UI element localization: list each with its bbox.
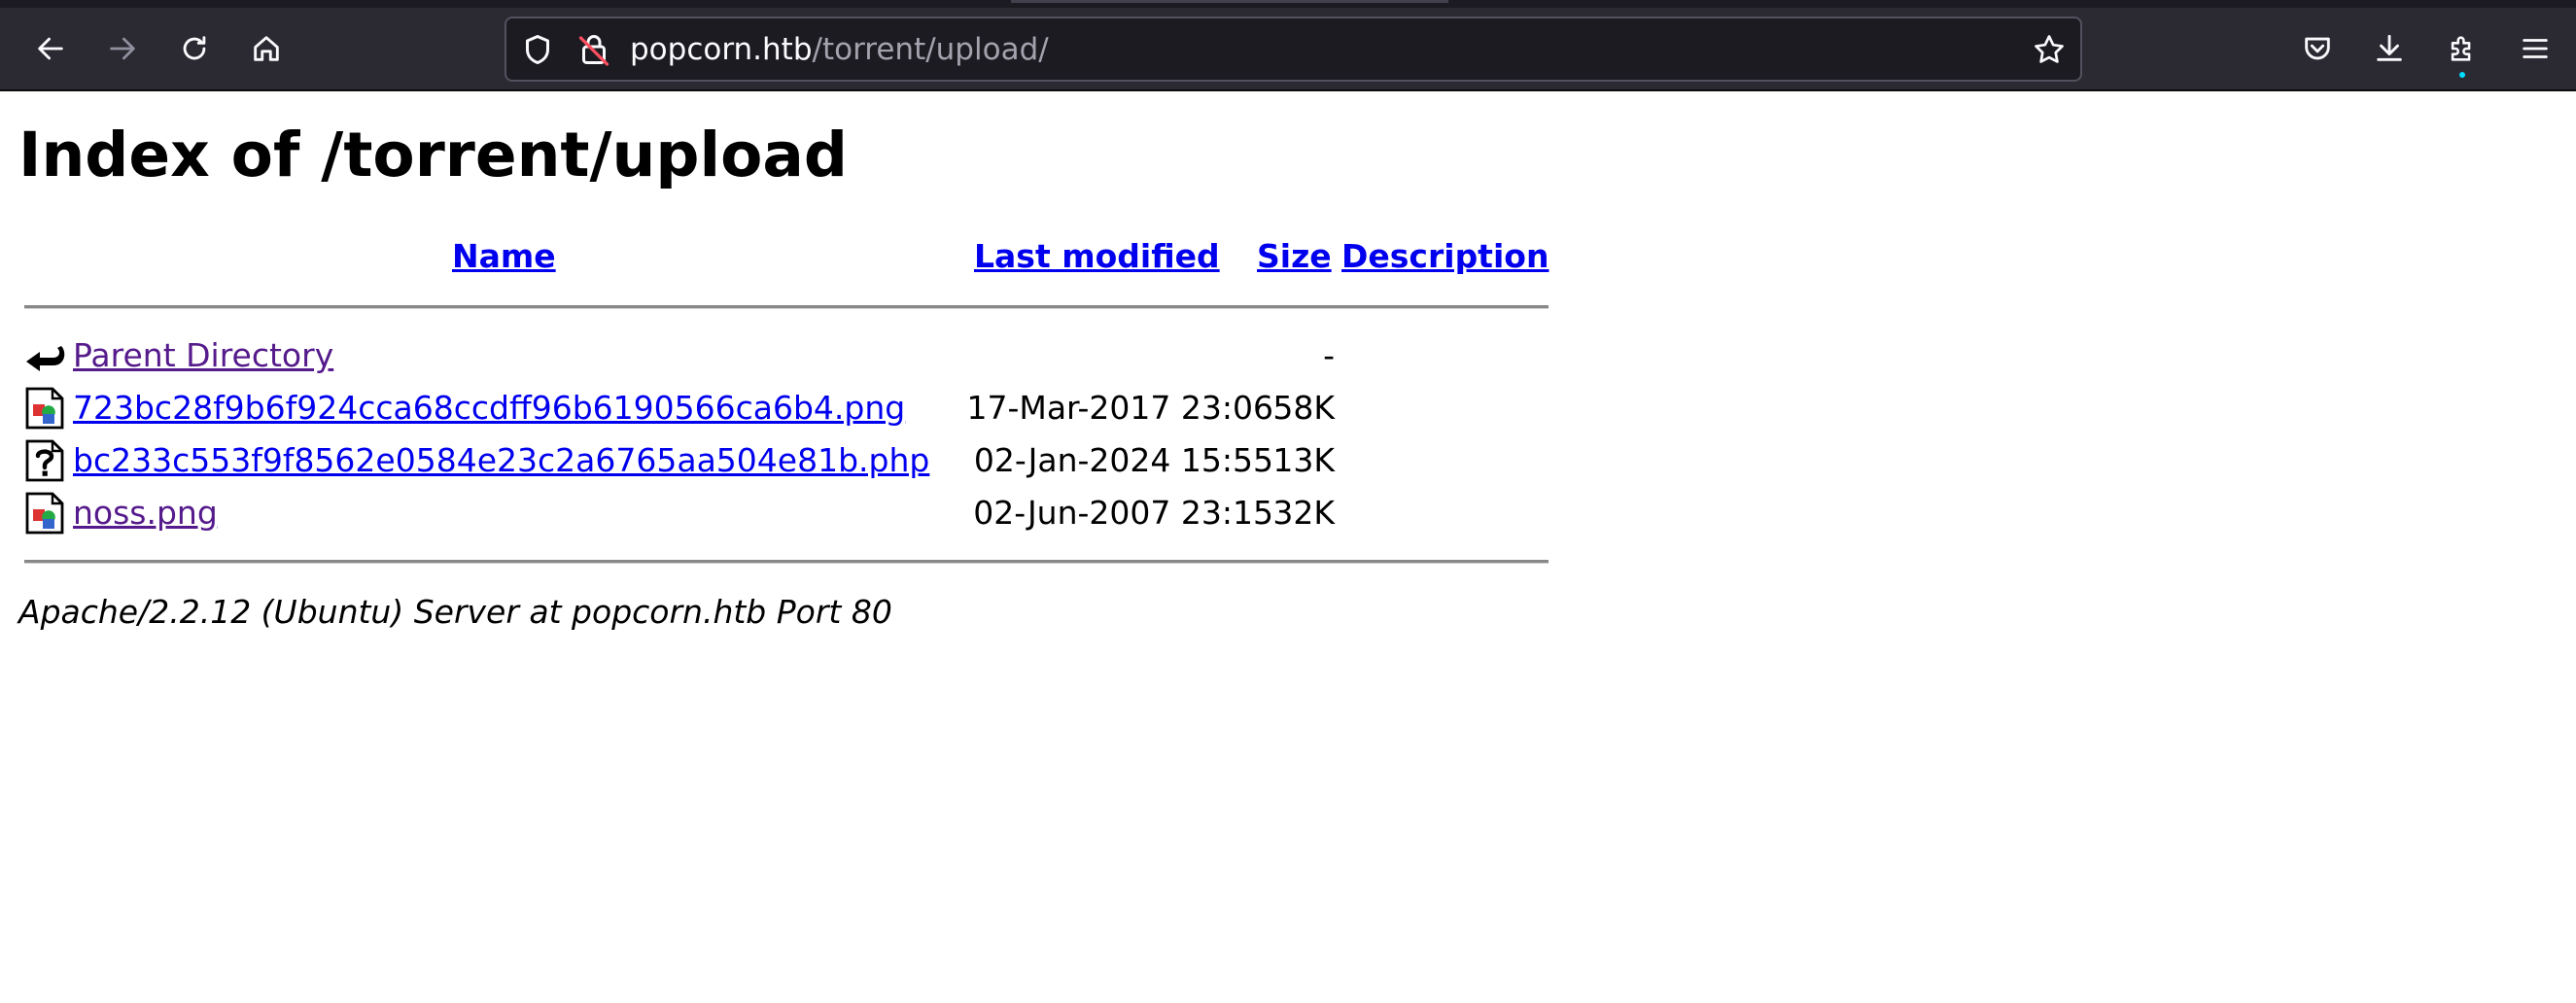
reload-button[interactable] [169,25,220,76]
url-path: /torrent/upload/ [812,32,1049,67]
header-divider [24,305,1549,309]
parent-directory-link[interactable]: Parent Directory [73,336,333,375]
table-row: bc233c553f9f8562e0584e23c2a6765aa504e81b… [24,435,1549,488]
downloads-button[interactable] [2364,25,2415,76]
column-header-last-modified[interactable]: Last modified [974,237,1220,276]
forward-button[interactable] [97,25,148,76]
pocket-button[interactable] [2292,25,2343,76]
row-date: 02-Jan-2024 15:55 [973,441,1273,479]
active-tab-edge[interactable] [1011,0,1448,3]
row-size: - [1323,336,1335,374]
downloads-icon [2373,32,2406,70]
page-title: Index of /torrent/upload [18,120,848,190]
row-size: 32K [1272,494,1335,532]
unknown-file-icon [24,439,65,482]
back-arrow-icon [34,32,67,70]
column-header-name[interactable]: Name [452,237,556,276]
hamburger-menu-icon [2519,32,2552,70]
insecure-lock-icon[interactable] [576,31,611,68]
app-menu-button[interactable] [2510,25,2560,76]
footer-divider [24,560,1549,564]
home-icon [250,32,283,70]
file-link[interactable]: 723bc28f9b6f924cca68ccdff96b6190566ca6b4… [73,389,905,428]
tab-strip [0,0,2576,8]
table-row: noss.png 02-Jun-2007 23:15 32K [24,488,1549,540]
column-header-description[interactable]: Description [1341,237,1549,276]
url-host: popcorn.htb [630,32,813,67]
table-row: Parent Directory - [24,330,1549,383]
browser-toolbar: popcorn.htb/torrent/upload/ [0,0,2576,91]
forward-arrow-icon [106,32,139,70]
file-link[interactable]: bc233c553f9f8562e0584e23c2a6765aa504e81b… [73,441,929,480]
file-link[interactable]: noss.png [73,494,218,533]
image-file-icon [24,492,65,535]
table-row: 723bc28f9b6f924cca68ccdff96b6190566ca6b4… [24,383,1549,435]
extensions-button[interactable] [2437,25,2488,78]
pocket-icon [2301,32,2334,70]
bookmark-star-icon[interactable] [2032,32,2067,67]
back-button[interactable] [25,25,76,76]
row-date: 02-Jun-2007 23:15 [973,494,1273,532]
server-signature: Apache/2.2.12 (Ubuntu) Server at popcorn… [18,593,892,631]
address-bar[interactable]: popcorn.htb/torrent/upload/ [505,17,2082,82]
back-folder-icon [24,334,65,377]
column-header-size[interactable]: Size [1257,237,1332,276]
reload-icon [178,32,211,70]
image-file-icon [24,387,65,430]
row-size: 58K [1272,389,1335,427]
directory-listing-page: Index of /torrent/upload Name Last modif… [0,91,2576,1003]
row-size: 13K [1272,441,1335,479]
home-button[interactable] [241,25,292,76]
extension-notification-dot [2459,72,2465,78]
tracking-protection-shield-icon[interactable] [520,32,555,67]
url-text[interactable]: popcorn.htb/torrent/upload/ [630,32,1049,67]
extensions-icon [2446,32,2479,70]
row-date: 17-Mar-2017 23:06 [966,389,1273,427]
